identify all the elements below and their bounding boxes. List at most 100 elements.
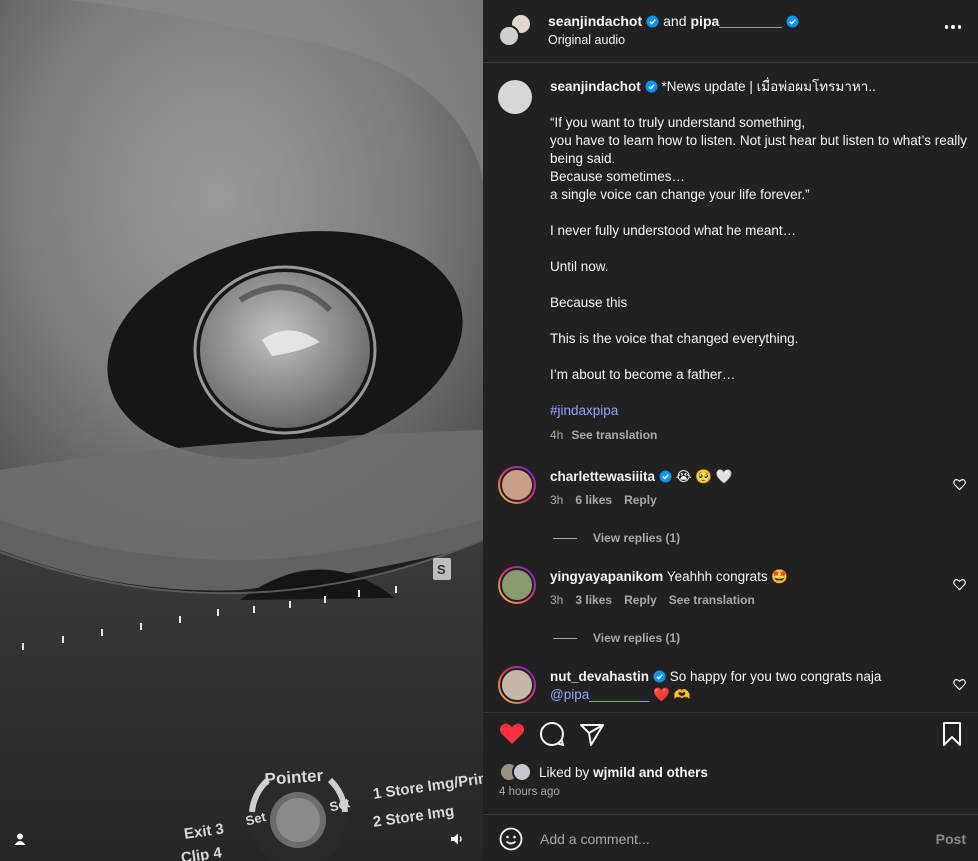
caption-gap xyxy=(550,204,968,222)
more-dot xyxy=(951,25,955,29)
liked-by-user[interactable]: wjmild xyxy=(593,765,635,780)
mute-button[interactable] xyxy=(443,825,471,853)
caption-gap xyxy=(550,348,968,366)
caption-line: Because sometimes… xyxy=(550,169,686,184)
comment-text: charlettewasiiita 😭 🥺 🤍 xyxy=(550,468,940,486)
comment-likes[interactable]: 6 likes xyxy=(575,493,612,507)
like-comment-heart-icon[interactable] xyxy=(953,478,966,491)
commenter-username[interactable]: charlettewasiiita xyxy=(550,469,655,484)
caption-gap xyxy=(550,276,968,294)
collaborator-username[interactable]: pipa________ xyxy=(691,13,782,29)
comment-body: 😭 🥺 🤍 xyxy=(672,469,733,484)
speaker-icon xyxy=(451,833,462,845)
emoji-icon[interactable] xyxy=(499,827,523,851)
header-names: seanjindachot and pipa________ xyxy=(548,13,799,29)
comment-bubble-icon[interactable] xyxy=(538,720,566,748)
verified-badge-icon xyxy=(645,80,658,93)
post-details-panel: seanjindachot and pipa________ Original … xyxy=(483,0,978,861)
liked-by-avatars[interactable] xyxy=(499,762,535,782)
liked-by-others[interactable]: and others xyxy=(639,765,708,780)
comment-body: Yeahhh congrats 🤩 xyxy=(663,569,789,584)
caption-meta: 4h See translation xyxy=(550,426,968,444)
author-avatar xyxy=(498,25,520,47)
caption-gap xyxy=(550,384,968,402)
caption-line: Until now. xyxy=(550,259,609,274)
caption-line: Because this xyxy=(550,295,628,310)
post-time[interactable]: 4 hours ago xyxy=(499,786,560,798)
comment-meta: 3h 6 likes Reply xyxy=(550,493,669,507)
caption-line: I never fully understood what he meant… xyxy=(550,223,797,238)
caption-line: This is the voice that changed everythin… xyxy=(550,331,799,346)
collab-avatars[interactable] xyxy=(498,13,534,49)
see-translation-link[interactable]: See translation xyxy=(571,428,657,442)
more-options-button[interactable] xyxy=(942,16,964,38)
reply-button[interactable]: Reply xyxy=(624,593,657,607)
caption-time[interactable]: 4h xyxy=(550,428,563,442)
commenter-avatar[interactable] xyxy=(498,566,536,604)
like-comment-heart-icon[interactable] xyxy=(953,578,966,591)
reply-button[interactable]: Reply xyxy=(624,493,657,507)
caption-gap xyxy=(550,96,968,114)
original-audio-link[interactable]: Original audio xyxy=(548,33,625,47)
media-pointer-label: Pointer xyxy=(264,765,324,789)
media-s-key: S xyxy=(437,562,446,577)
comment-text: nut_devahastin So happy for you two cong… xyxy=(550,668,940,704)
header-and: and xyxy=(663,13,687,29)
actions-divider xyxy=(483,712,978,713)
comment-likes[interactable]: 3 likes xyxy=(575,593,612,607)
commenter-username[interactable]: nut_devahastin xyxy=(550,669,649,684)
caption-line: a single voice can change your life fore… xyxy=(550,187,810,202)
more-dot xyxy=(944,25,949,29)
commenter-avatar[interactable] xyxy=(498,466,536,504)
tagged-users-button[interactable] xyxy=(6,825,34,853)
comment-text: yingyayapanikom Yeahhh congrats 🤩 xyxy=(550,568,940,586)
header-divider xyxy=(483,62,978,63)
share-paper-plane-icon[interactable] xyxy=(578,720,606,748)
verified-badge-icon xyxy=(646,14,659,28)
verified-badge-icon xyxy=(786,14,799,28)
add-comment-bar: Post xyxy=(483,814,978,861)
comment-input[interactable] xyxy=(540,829,900,849)
caption-line: I’m about to become a father… xyxy=(550,367,736,382)
view-replies-button[interactable]: View replies (1) xyxy=(553,631,680,645)
see-translation-link[interactable]: See translation xyxy=(669,593,755,607)
caption-line: *News update | เมื่อพ่อผมโทรมาหา.. xyxy=(657,79,876,94)
save-bookmark-icon[interactable] xyxy=(938,720,966,748)
view-replies-button[interactable]: View replies (1) xyxy=(553,531,680,545)
liked-by: Liked by wjmild and others xyxy=(499,762,708,782)
comment-body-tail: ❤️ 🫶 xyxy=(649,687,691,702)
avatar-image xyxy=(500,468,534,502)
caption-gap xyxy=(550,312,968,330)
author-username[interactable]: seanjindachot xyxy=(548,13,642,29)
caption-body: seanjindachot *News update | เมื่อพ่อผมโ… xyxy=(550,78,968,444)
comment-mention[interactable]: @pipa________ xyxy=(550,687,649,702)
caption-author-avatar[interactable] xyxy=(498,80,532,114)
caption-username[interactable]: seanjindachot xyxy=(550,79,641,94)
avatar-image xyxy=(500,568,534,602)
comment-time[interactable]: 3h xyxy=(550,493,563,507)
post-comment-button[interactable]: Post xyxy=(936,831,966,847)
comment-item: yingyayapanikom Yeahhh congrats 🤩 3h 3 li… xyxy=(498,566,968,626)
liker-avatar xyxy=(512,762,532,782)
verified-badge-icon xyxy=(653,670,666,683)
ultrasound-image xyxy=(0,0,483,861)
user-icon xyxy=(14,833,26,845)
post-header: seanjindachot and pipa________ Original … xyxy=(483,0,978,62)
caption-hashtag[interactable]: #jindaxpipa xyxy=(550,402,968,420)
comment-item: charlettewasiiita 😭 🥺 🤍 3h 6 likes Reply xyxy=(498,466,968,526)
caption-line: “If you want to truly understand somethi… xyxy=(550,115,806,130)
liked-by-prefix: Liked by xyxy=(539,764,590,780)
like-comment-heart-icon[interactable] xyxy=(953,678,966,691)
comment-meta: 3h 3 likes Reply See translation xyxy=(550,593,767,607)
avatar-image xyxy=(500,668,534,702)
comment-body: So happy for you two congrats naja xyxy=(666,669,882,684)
like-heart-icon[interactable] xyxy=(498,720,526,748)
commenter-avatar[interactable] xyxy=(498,666,536,704)
more-dot xyxy=(957,25,962,29)
comment-time[interactable]: 3h xyxy=(550,593,563,607)
verified-badge-icon xyxy=(659,470,672,483)
caption-gap xyxy=(550,240,968,258)
post-media[interactable]: S Pointer Set Set 1 Store Img/Print 2 St… xyxy=(0,0,483,861)
action-bar xyxy=(483,716,978,752)
commenter-username[interactable]: yingyayapanikom xyxy=(550,569,663,584)
